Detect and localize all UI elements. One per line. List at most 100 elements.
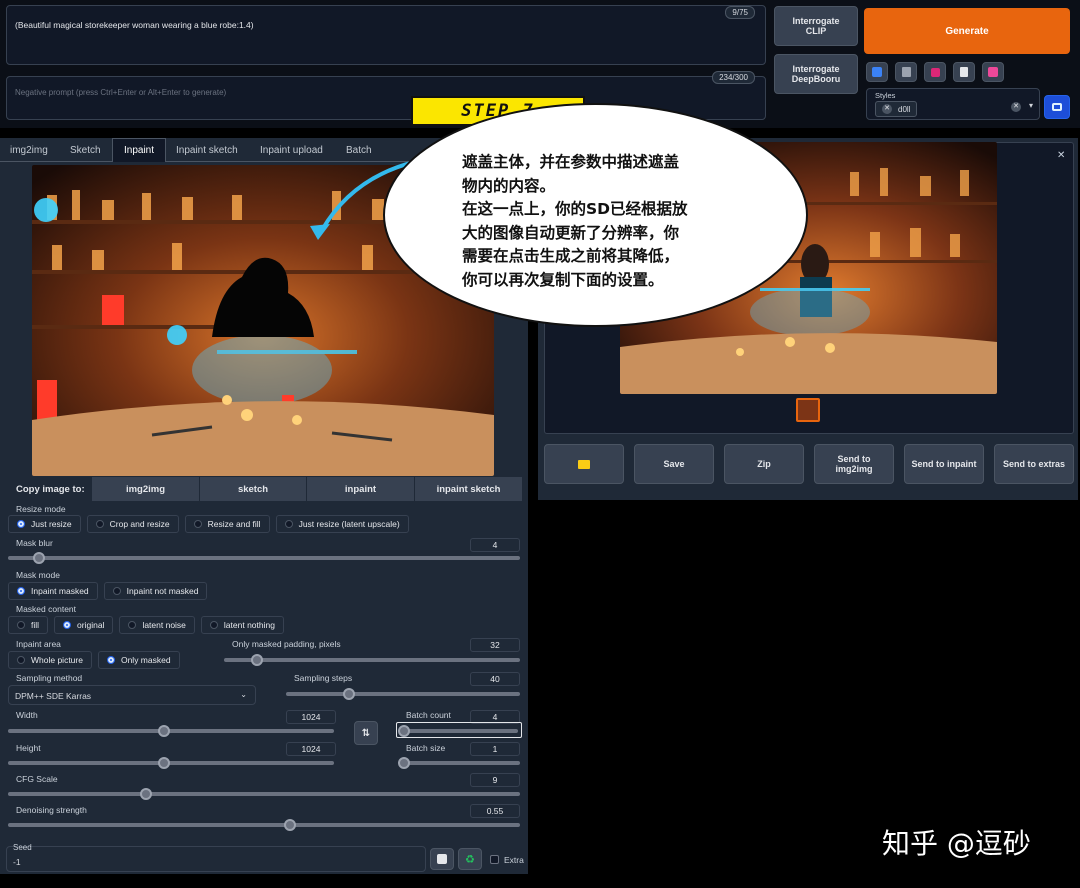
tab-img2img[interactable]: img2img xyxy=(10,138,48,162)
only-masked-option[interactable]: Only masked xyxy=(97,651,180,669)
random-seed-button[interactable] xyxy=(430,848,454,870)
interrogate-deepbooru-button[interactable]: Interrogate DeepBooru xyxy=(774,54,858,94)
copy-to-inpaint-button[interactable]: inpaint xyxy=(307,477,414,501)
padding-slider[interactable] xyxy=(224,654,520,666)
interrogate-clip-button[interactable]: Interrogate CLIP xyxy=(774,6,858,46)
generate-button[interactable]: Generate xyxy=(864,8,1070,54)
callout-line-2: 物内的内容。 xyxy=(462,176,556,195)
inpaint-area-label: Inpaint area xyxy=(16,639,61,649)
cfg-scale-value[interactable]: 9 xyxy=(470,773,520,787)
styles-clear-icon[interactable]: ✕ xyxy=(1011,102,1021,112)
negative-prompt-placeholder: Negative prompt (press Ctrl+Enter or Alt… xyxy=(15,88,227,97)
resize-latent-upscale[interactable]: Just resize (latent upscale) xyxy=(275,515,409,533)
resize-just-resize[interactable]: Just resize xyxy=(8,515,81,533)
chip-remove-icon[interactable]: ✕ xyxy=(882,104,892,114)
extra-checkbox[interactable] xyxy=(490,855,499,864)
slider-knob[interactable] xyxy=(250,654,263,666)
sampling-method-value: DPM++ SDE Karras xyxy=(15,691,92,701)
mask-blur-label: Mask blur xyxy=(16,538,53,548)
resize-crop-and-resize[interactable]: Crop and resize xyxy=(86,515,179,533)
seed-label: Seed xyxy=(13,843,32,852)
denoising-value[interactable]: 0.55 xyxy=(470,804,520,818)
save-button[interactable]: Save xyxy=(634,444,714,484)
tab-inpaint[interactable]: Inpaint xyxy=(112,138,166,162)
resize-mode-label: Resize mode xyxy=(16,504,66,514)
prompt-textarea[interactable]: (Beautiful magical storekeeper woman wea… xyxy=(6,5,766,65)
callout-line-1: 遮盖主体，并在参数中描述遮盖 xyxy=(462,153,680,171)
width-slider[interactable] xyxy=(8,725,334,737)
masked-latent-noise-option[interactable]: latent noise xyxy=(119,616,195,634)
inpaint-not-masked-option[interactable]: Inpaint not masked xyxy=(103,582,208,600)
denoising-label: Denoising strength xyxy=(16,805,87,815)
masked-content-label: Masked content xyxy=(16,604,77,614)
chevron-down-icon[interactable]: ▾ xyxy=(1029,101,1033,110)
sampling-steps-slider[interactable] xyxy=(286,688,520,700)
resize-mode-group: Just resize Crop and resize Resize and f… xyxy=(8,515,409,533)
height-value[interactable]: 1024 xyxy=(286,742,336,756)
magic-icon[interactable] xyxy=(924,62,946,82)
callout-line-4: 大的图像自动更新了分辨率，你 xyxy=(462,223,680,242)
style-chip-label: d0ll xyxy=(898,104,911,114)
save-icon[interactable] xyxy=(982,62,1004,82)
reuse-seed-button[interactable]: ♻ xyxy=(458,848,482,870)
mask-mode-group: Inpaint masked Inpaint not masked xyxy=(8,582,208,600)
prompt-text: (Beautiful magical storekeeper woman wea… xyxy=(15,20,254,30)
inpaint-area-group: Whole picture Only masked xyxy=(8,651,180,669)
width-label: Width xyxy=(16,710,38,720)
clipboard-icon[interactable] xyxy=(953,62,975,82)
refresh-icon xyxy=(1052,103,1062,111)
send-to-inpaint-button[interactable]: Send to inpaint xyxy=(904,444,984,484)
style-chip[interactable]: ✕ d0ll xyxy=(875,101,918,117)
styles-dropdown[interactable]: Styles ✕ d0ll ✕ ▾ xyxy=(866,88,1040,120)
copy-to-sketch-button[interactable]: sketch xyxy=(200,477,306,501)
send-to-img2img-button[interactable]: Send to img2img xyxy=(814,444,894,484)
slider-knob[interactable] xyxy=(283,819,296,831)
whole-picture-option[interactable]: Whole picture xyxy=(8,651,92,669)
swap-dimensions-button[interactable]: ⇅ xyxy=(354,721,378,745)
sampling-method-dropdown[interactable]: DPM++ SDE Karras ⌄ xyxy=(8,685,256,705)
height-label: Height xyxy=(16,743,41,753)
open-folder-button[interactable] xyxy=(544,444,624,484)
styles-label: Styles xyxy=(875,91,896,100)
copy-to-img2img-button[interactable]: img2img xyxy=(92,477,199,501)
padding-value[interactable]: 32 xyxy=(470,638,520,652)
refresh-styles-button[interactable] xyxy=(1044,95,1070,119)
tab-sketch[interactable]: Sketch xyxy=(70,138,101,162)
cfg-scale-slider[interactable] xyxy=(8,788,520,800)
mask-blur-value[interactable]: 4 xyxy=(470,538,520,552)
callout-line-5: 需要在点击生成之前将其降低， xyxy=(462,247,680,265)
trash-icon[interactable] xyxy=(895,62,917,82)
batch-count-slider[interactable] xyxy=(397,725,518,737)
sampling-method-label: Sampling method xyxy=(16,673,83,683)
mask-blur-slider[interactable] xyxy=(8,552,520,564)
close-icon[interactable]: ✕ xyxy=(1057,150,1065,161)
masked-fill-option[interactable]: fill xyxy=(8,616,49,634)
batch-size-value[interactable]: 1 xyxy=(470,742,520,756)
dice-icon xyxy=(437,854,447,864)
folder-icon xyxy=(578,459,590,469)
tab-inpaint-sketch[interactable]: Inpaint sketch xyxy=(176,138,238,162)
seed-value: -1 xyxy=(13,857,21,867)
output-thumbnail[interactable] xyxy=(796,398,820,422)
masked-original-option[interactable]: original xyxy=(54,616,114,634)
send-to-extras-button[interactable]: Send to extras xyxy=(994,444,1074,484)
seed-field[interactable]: Seed -1 xyxy=(6,843,426,872)
batch-size-slider[interactable] xyxy=(397,757,520,769)
denoising-slider[interactable] xyxy=(8,819,520,831)
sampling-steps-label: Sampling steps xyxy=(294,673,353,683)
slider-knob[interactable] xyxy=(397,757,410,769)
slider-knob[interactable] xyxy=(397,725,410,737)
width-value[interactable]: 1024 xyxy=(286,710,336,724)
copy-to-inpaint-sketch-button[interactable]: inpaint sketch xyxy=(415,477,522,501)
copy-image-targets: img2img sketch inpaint inpaint sketch xyxy=(92,477,522,501)
checkbox-icon[interactable] xyxy=(866,62,888,82)
height-slider[interactable] xyxy=(8,757,334,769)
inpaint-masked-option[interactable]: Inpaint masked xyxy=(8,582,98,600)
masked-latent-nothing-option[interactable]: latent nothing xyxy=(200,616,284,634)
zip-button[interactable]: Zip xyxy=(724,444,804,484)
cfg-scale-label: CFG Scale xyxy=(16,774,58,784)
recycle-icon: ♻ xyxy=(465,853,475,866)
resize-and-fill[interactable]: Resize and fill xyxy=(184,515,270,533)
sampling-steps-value[interactable]: 40 xyxy=(470,672,520,686)
slider-knob[interactable] xyxy=(32,552,45,564)
